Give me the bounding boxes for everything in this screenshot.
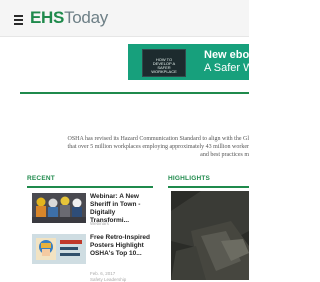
notice-line: and best practices m	[200, 152, 249, 158]
notice-line: OSHA has revised its Hazard Communicatio…	[67, 136, 249, 142]
ebook-ad-banner[interactable]: How to develop a safer workplace New ebo…	[128, 44, 249, 80]
banner-title: New ebo	[204, 49, 249, 61]
article-thumbnail-workers[interactable]	[32, 193, 86, 223]
highlight-image[interactable]	[171, 191, 249, 280]
logo-today: Today	[64, 8, 108, 27]
site-header: EHSToday	[0, 0, 249, 37]
logo-ehs: EHS	[30, 8, 65, 27]
notice-line: that over 5 million workplaces employing…	[67, 144, 249, 150]
article-date: Feb. 6, 2017	[90, 271, 116, 276]
site-logo[interactable]: EHSToday	[30, 9, 108, 27]
article-category[interactable]: Webinars	[90, 221, 109, 226]
article-thumbnail-poster[interactable]	[32, 234, 86, 264]
article-title-link[interactable]: Free Retro-Inspired Posters Highlight OS…	[90, 234, 156, 258]
recent-section-heading: RECENT	[27, 175, 153, 188]
hazcom-notice-text: OSHA has revised its Hazard Communicatio…	[20, 135, 249, 159]
section-divider	[20, 92, 249, 94]
highlights-section-heading: HIGHLIGHTS	[168, 175, 249, 188]
ebook-cover-image: How to develop a safer workplace	[142, 49, 186, 77]
banner-subtitle: A Safer W	[204, 62, 249, 74]
hamburger-icon[interactable]	[14, 15, 23, 27]
